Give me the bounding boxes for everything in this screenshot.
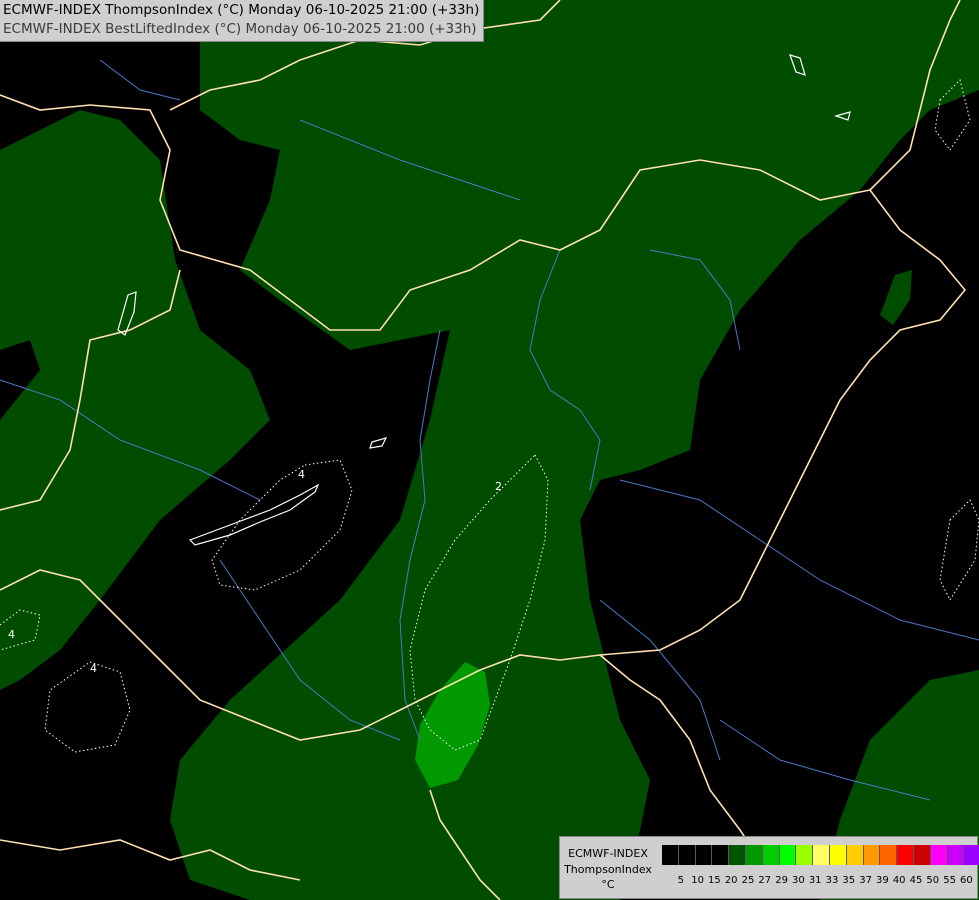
legend-swatch [695, 845, 713, 865]
color-legend: ECMWF-INDEX ThompsonIndex °C 5 10 15 20 25 27… [559, 836, 979, 899]
legend-swatch [930, 845, 948, 865]
legend-tick: 33 [825, 875, 839, 886]
legend-swatch [947, 845, 965, 865]
legend-swatch [964, 845, 979, 865]
title-best-lifted-index: ECMWF-INDEX BestLiftedIndex (°C) Monday … [3, 21, 477, 37]
legend-tick: 35 [842, 875, 856, 886]
legend-tick: 30 [792, 875, 805, 886]
legend-tick: 29 [775, 875, 788, 886]
legend-swatch [897, 845, 914, 865]
contour-label-2: 2 [495, 480, 502, 493]
legend-swatch [729, 845, 746, 865]
legend-swatch [829, 845, 847, 865]
legend-tick: 45 [909, 875, 923, 886]
legend-swatch [745, 845, 763, 865]
legend-tick-labels: 5 10 15 20 25 27 29 30 31 33 35 37 39 40 45 50 55 60 [662, 875, 979, 889]
legend-tick: 10 [691, 875, 704, 886]
legend-tick: 5 [677, 875, 684, 886]
legend-swatch [796, 845, 814, 865]
legend-tick: 25 [741, 875, 755, 886]
legend-tick: 31 [808, 875, 822, 886]
title-thompson-index: ECMWF-INDEX ThompsonIndex (°C) Monday 06… [3, 2, 480, 18]
legend-unit: °C [601, 878, 615, 891]
legend-tick: 55 [943, 875, 956, 886]
legend-tick: 39 [876, 875, 889, 886]
legend-swatch [880, 845, 898, 865]
legend-parameter: ThompsonIndex [564, 863, 652, 876]
legend-swatch [913, 845, 931, 865]
contour-label-4-southwest: 4 [90, 662, 97, 675]
legend-tick: 50 [926, 875, 940, 886]
contour-label-4-center: 4 [298, 468, 305, 481]
legend-swatch [662, 845, 679, 865]
legend-swatch [813, 845, 830, 865]
legend-tick: 20 [724, 875, 738, 886]
legend-swatch [678, 845, 696, 865]
legend-tick: 27 [758, 875, 772, 886]
legend-color-scale [662, 845, 979, 865]
map-title: ECMWF-INDEX ThompsonIndex (°C) Monday 06… [0, 0, 485, 42]
legend-tick: 15 [708, 875, 721, 886]
legend-tick: 37 [859, 875, 872, 886]
legend-swatch [846, 845, 864, 865]
contour-label-4-west: 4 [8, 628, 15, 641]
legend-tick: 40 [892, 875, 906, 886]
legend-swatch [762, 845, 780, 865]
legend-swatch [712, 845, 730, 865]
legend-tick: 60 [960, 875, 973, 886]
legend-title: ECMWF-INDEX [568, 847, 648, 860]
weather-map: 2 4 4 4 [0, 0, 979, 900]
legend-swatch [863, 845, 881, 865]
legend-swatch [779, 845, 797, 865]
